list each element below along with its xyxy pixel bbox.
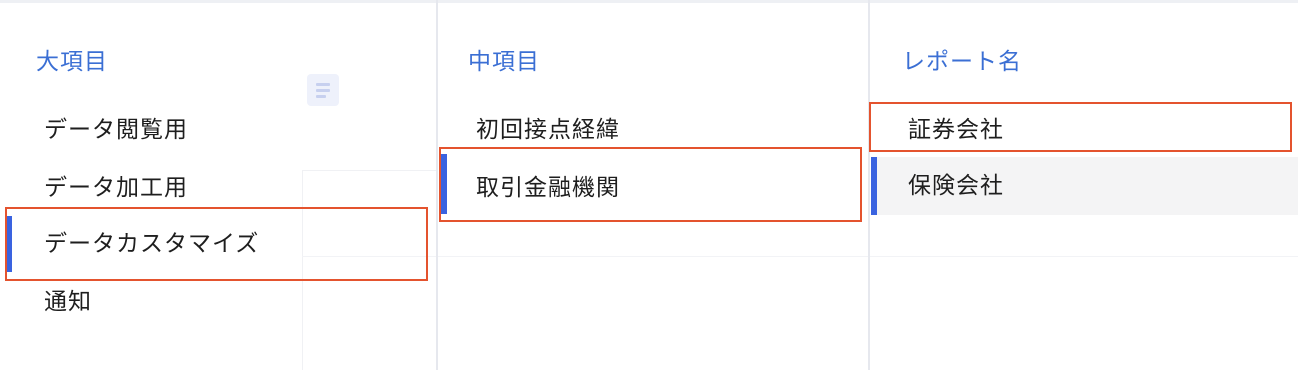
middle-item-label: 初回接点経緯 — [476, 117, 620, 143]
major-item-label: 通知 — [44, 289, 92, 315]
major-item-label: データカスタマイズ — [44, 231, 260, 257]
report-selector-page: 大項目 データ閲覧用 データ加工用 データカスタマイズ 通知 中項目 初回接点経… — [0, 0, 1298, 370]
middle-category-header: 中項目 — [468, 49, 540, 75]
background-divider — [302, 256, 1298, 257]
major-item-label: データ閲覧用 — [44, 117, 188, 143]
major-active-indicator — [6, 216, 12, 272]
middle-active-indicator — [441, 154, 447, 214]
major-item-data-customize[interactable]: データカスタマイズ — [44, 216, 424, 272]
report-active-indicator — [871, 157, 877, 215]
report-item-label: 証券会社 — [908, 117, 1004, 143]
middle-item-label: 取引金融機関 — [476, 175, 620, 201]
report-item-securities[interactable]: 証券会社 — [908, 102, 1278, 158]
major-item-data-processing[interactable]: データ加工用 — [44, 160, 424, 216]
major-item-notification[interactable]: 通知 — [44, 274, 424, 330]
major-category-header: 大項目 — [36, 49, 108, 75]
middle-item-first-contact[interactable]: 初回接点経緯 — [476, 102, 856, 158]
top-border — [0, 0, 1298, 3]
major-item-data-view[interactable]: データ閲覧用 — [44, 102, 424, 158]
major-item-label: データ加工用 — [44, 175, 188, 201]
column-divider — [868, 0, 870, 370]
report-name-header: レポート名 — [902, 49, 1022, 75]
report-item-label: 保険会社 — [908, 173, 1004, 199]
middle-item-financial-institution[interactable]: 取引金融機関 — [476, 160, 856, 216]
column-divider — [436, 0, 438, 370]
report-item-insurance[interactable]: 保険会社 — [908, 158, 1278, 214]
